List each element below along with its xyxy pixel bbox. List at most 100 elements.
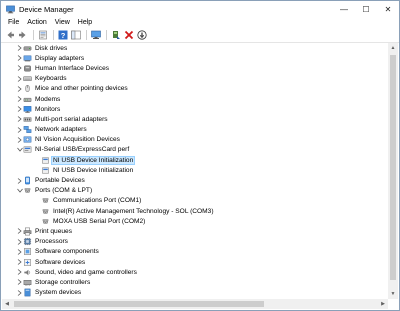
properties-icon [38, 30, 47, 40]
tree-category-row[interactable]: System devices [2, 288, 389, 298]
console-tree-button[interactable] [70, 30, 81, 41]
tree-category-row[interactable]: Storage controllers [2, 277, 389, 287]
tree-category-row[interactable]: Sound, video and game controllers [2, 267, 389, 277]
tree-category-row[interactable]: Software devices [2, 257, 389, 267]
tree-category-row[interactable]: Monitors [2, 104, 389, 114]
scroll-up-arrow-icon[interactable]: ▲ [388, 43, 398, 53]
expand-chevron-icon[interactable] [16, 104, 23, 114]
close-button[interactable]: ✕ [377, 1, 399, 17]
menu-action[interactable]: Action [23, 19, 50, 26]
tree-category-row[interactable]: Ports (COM & LPT) [2, 186, 389, 196]
tree-category-row[interactable]: Print queues [2, 226, 389, 236]
help-button[interactable]: ? [57, 30, 68, 41]
tree-item-label: Disk drives [35, 44, 68, 52]
scroll-left-arrow-icon[interactable]: ◀ [2, 299, 12, 309]
tree-item-label: Software components [35, 248, 99, 256]
horizontal-scrollbar[interactable]: ◀ ▶ [2, 299, 388, 309]
tree-item-label: Network adapters [35, 126, 87, 134]
expand-chevron-icon[interactable] [16, 135, 23, 145]
system-device-icon [24, 288, 31, 297]
tree-category-row[interactable]: Multi-port serial adapters [2, 114, 389, 124]
maximize-button[interactable]: ☐ [355, 1, 377, 17]
tree-item-label: Processors [35, 238, 68, 246]
uninstall-device-button[interactable] [123, 30, 134, 41]
minimize-button[interactable]: — [333, 1, 355, 17]
window-title: Device Manager [19, 4, 74, 14]
tree-category-row[interactable]: NI-Serial USB/ExpressCard perf [2, 145, 389, 155]
tree-category-row[interactable]: NI Vision Acquisition Devices [2, 135, 389, 145]
expand-chevron-icon[interactable] [16, 226, 23, 236]
tree-device-row[interactable]: Intel(R) Active Management Technology - … [2, 206, 389, 216]
update-driver-button[interactable] [110, 30, 121, 41]
expand-chevron-icon[interactable] [16, 277, 23, 287]
display-adapter-icon [23, 55, 32, 62]
collapse-chevron-icon[interactable] [16, 186, 23, 196]
disk-drive-icon [23, 46, 32, 51]
expand-chevron-icon[interactable] [16, 237, 23, 247]
menu-file[interactable]: File [4, 19, 23, 26]
tree-item-label: NI USB Device Initialization [53, 166, 134, 174]
tree-category-row[interactable]: Portable Devices [2, 175, 389, 185]
tree-item-label: NI Vision Acquisition Devices [35, 136, 120, 144]
uninstall-icon [124, 30, 133, 40]
tree-category-row[interactable]: Disk drives [2, 43, 389, 53]
printer-icon [23, 227, 32, 236]
vertical-scroll-thumb[interactable] [390, 55, 396, 280]
expand-chevron-icon[interactable] [16, 74, 23, 84]
tree-category-row[interactable]: Display adapters [2, 53, 389, 63]
tree-device-row[interactable]: Communications Port (COM1) [2, 196, 389, 206]
tree-item-label: Multi-port serial adapters [35, 115, 108, 123]
scan-hardware-button[interactable] [90, 30, 101, 41]
expand-chevron-icon[interactable] [16, 247, 23, 257]
tree-device-row[interactable]: MOXA USB Serial Port (COM2) [2, 216, 389, 226]
menu-help[interactable]: Help [74, 19, 96, 26]
title-bar[interactable]: Device Manager — ☐ ✕ [1, 1, 399, 17]
tree-category-row[interactable]: Processors [2, 237, 389, 247]
tree-category-row[interactable]: Keyboards [2, 74, 389, 84]
properties-button[interactable] [37, 30, 48, 41]
expand-chevron-icon[interactable] [16, 43, 23, 53]
port-icon [24, 188, 31, 193]
tree-device-row[interactable]: NI USB Device Initialization [2, 155, 389, 165]
expand-chevron-icon[interactable] [16, 114, 23, 124]
tree-category-row[interactable]: Network adapters [2, 125, 389, 135]
scroll-down-arrow-icon[interactable]: ▼ [388, 289, 398, 299]
forward-button[interactable] [17, 30, 28, 41]
tree-item-label: Keyboards [35, 75, 67, 83]
tree-item-label: Monitors [35, 105, 61, 113]
forward-icon [18, 31, 25, 39]
device-manager-app-icon [6, 5, 15, 13]
mouse-icon [25, 85, 30, 93]
scroll-right-arrow-icon[interactable]: ▶ [378, 299, 388, 309]
tree-category-row[interactable]: Software components [2, 247, 389, 257]
expand-chevron-icon[interactable] [16, 63, 23, 73]
tree-category-row[interactable]: Human Interface Devices [2, 63, 389, 73]
port-icon [42, 198, 49, 203]
toolbar-separator [86, 30, 87, 40]
horizontal-scroll-thumb[interactable] [14, 301, 264, 307]
vertical-scrollbar[interactable]: ▲ ▼ [388, 43, 398, 299]
expand-chevron-icon[interactable] [16, 53, 23, 63]
portable-device-icon [25, 176, 30, 185]
hid-icon [24, 65, 31, 72]
menu-view[interactable]: View [51, 19, 74, 26]
back-button[interactable] [4, 30, 15, 41]
scan-hardware-icon [90, 30, 101, 39]
expand-chevron-icon[interactable] [16, 176, 23, 186]
expand-chevron-icon[interactable] [16, 125, 23, 135]
expand-chevron-icon[interactable] [16, 84, 23, 94]
tree-category-row[interactable]: Mice and other pointing devices [2, 84, 389, 94]
tree-category-row[interactable]: Modems [2, 94, 389, 104]
tree-item-label: Ports (COM & LPT) [35, 187, 93, 195]
collapse-chevron-icon[interactable] [16, 145, 23, 155]
expand-chevron-icon[interactable] [16, 257, 23, 267]
expand-chevron-icon[interactable] [16, 288, 23, 298]
modem-icon [23, 97, 32, 102]
tree-item-label: Storage controllers [35, 278, 91, 286]
expand-chevron-icon[interactable] [16, 267, 23, 277]
expand-chevron-icon[interactable] [16, 94, 23, 104]
tree-device-row[interactable]: NI USB Device Initialization [2, 165, 389, 175]
disable-device-button[interactable] [136, 30, 147, 41]
